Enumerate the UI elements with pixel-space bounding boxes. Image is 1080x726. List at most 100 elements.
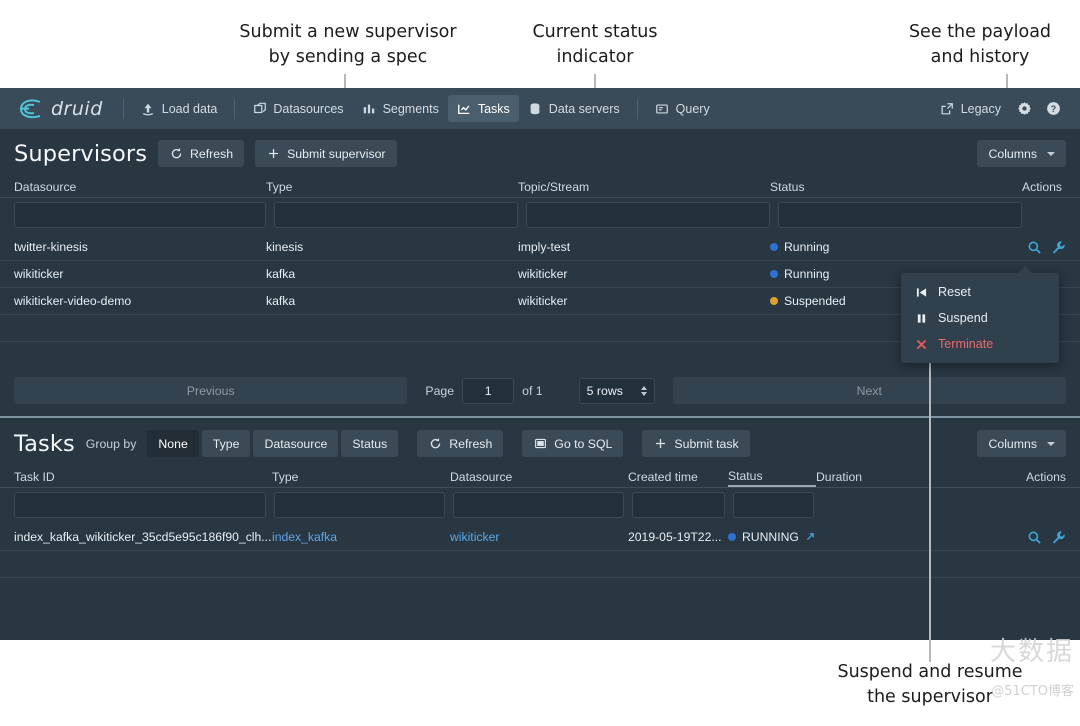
magnifier-icon[interactable] [1027, 240, 1042, 255]
magnifier-icon[interactable] [1027, 530, 1042, 545]
col-header-task-id[interactable]: Task ID [14, 470, 272, 487]
supervisors-pagination: Previous Page 1 of 1 5 rows Next [0, 369, 1080, 412]
supervisors-refresh-button[interactable]: Refresh [158, 140, 245, 167]
group-by-status-button[interactable]: Status [341, 430, 399, 457]
page-number-input[interactable]: 1 [462, 377, 515, 404]
nav-item-datasources[interactable]: Datasources [243, 95, 352, 122]
menu-item-label: Reset [938, 285, 971, 299]
cell-datasource[interactable]: wikiticker [450, 530, 628, 544]
submit-supervisor-button[interactable]: Submit supervisor [255, 140, 397, 167]
stepper-icon [640, 385, 647, 396]
filter-input-datasource[interactable] [14, 202, 266, 228]
table-row[interactable]: twitter-kinesis kinesis imply-test Runni… [0, 234, 1080, 261]
status-badge-dot [770, 243, 778, 251]
cell-type: kafka [266, 294, 296, 308]
cell-topic-stream: wikiticker [518, 294, 568, 308]
filter-input-task-id[interactable] [14, 492, 266, 518]
filter-input-status[interactable] [778, 202, 1022, 228]
col-header-datasource[interactable]: Datasource [450, 470, 628, 487]
group-by-none-button[interactable]: None [147, 430, 199, 457]
previous-page-button[interactable]: Previous [14, 377, 408, 404]
nav-label: Datasources [273, 101, 344, 116]
supervisors-header: Supervisors Refresh Submit supervisor Co… [0, 129, 1080, 176]
skip-back-icon [915, 287, 927, 298]
filter-input-type[interactable] [274, 202, 518, 228]
button-label: Columns [988, 146, 1037, 161]
cell-topic-stream: imply-test [518, 240, 571, 254]
page-label: Page [425, 383, 455, 398]
group-by-datasource-button[interactable]: Datasource [253, 430, 339, 457]
filter-input-created-time[interactable] [632, 492, 725, 518]
annotation-status-indicator: Current status indicator [532, 22, 658, 67]
cell-actions [986, 530, 1066, 545]
filter-input-topic-stream[interactable] [526, 202, 770, 228]
cell-status: RUNNING [728, 530, 816, 544]
brand-name: druid [51, 97, 103, 120]
chevron-down-icon [1047, 441, 1055, 446]
col-header-duration[interactable]: Duration [816, 470, 986, 487]
druid-logo[interactable]: druid [12, 98, 103, 120]
wrench-icon[interactable] [1051, 240, 1066, 255]
wrench-icon[interactable] [1051, 530, 1066, 545]
legacy-label: Legacy [960, 101, 1001, 116]
next-page-button[interactable]: Next [672, 377, 1067, 404]
group-by-button-group: None Type Datasource Status [147, 430, 399, 457]
cell-created-time: 2019-05-19T22... [628, 530, 722, 544]
chevron-down-icon [1047, 151, 1055, 156]
col-header-topic-stream[interactable]: Topic/Stream [518, 180, 770, 197]
svg-text:?: ? [1051, 104, 1056, 114]
nav-item-data-servers[interactable]: Data servers [519, 95, 629, 122]
cell-type[interactable]: index_kafka [272, 530, 450, 544]
filter-input-datasource[interactable] [453, 492, 624, 518]
settings-button[interactable] [1010, 95, 1039, 122]
col-header-actions[interactable]: Actions [986, 470, 1066, 487]
refresh-icon [169, 146, 184, 161]
supervisors-columns-button[interactable]: Columns [977, 140, 1066, 167]
menu-item-reset[interactable]: Reset [901, 279, 1059, 305]
rows-per-page-value: 5 rows [586, 383, 623, 398]
col-header-type[interactable]: Type [266, 180, 518, 197]
menu-item-suspend[interactable]: Suspend [901, 305, 1059, 331]
page-indicator: Page 1 of 1 [407, 377, 560, 404]
nav-item-query[interactable]: Query [646, 95, 719, 122]
menu-item-terminate[interactable]: Terminate [901, 331, 1059, 357]
supervisor-actions-menu: Reset Suspend Terminate [901, 266, 1059, 363]
col-header-type[interactable]: Type [272, 470, 450, 487]
tasks-columns-button[interactable]: Columns [977, 430, 1066, 457]
col-header-actions[interactable]: Actions [1022, 180, 1066, 197]
nav-item-segments[interactable]: Segments [353, 95, 448, 122]
nav-item-legacy[interactable]: Legacy [931, 95, 1010, 122]
filter-input-type[interactable] [274, 492, 445, 518]
nav-item-tasks[interactable]: Tasks [447, 95, 519, 122]
nav-divider [636, 98, 638, 119]
col-header-status[interactable]: Status [770, 180, 1022, 197]
page-total-label: of 1 [522, 383, 543, 398]
nav-label: Segments [382, 101, 439, 116]
table-row-empty [0, 551, 1080, 578]
rows-per-page-select[interactable]: 5 rows [578, 377, 655, 404]
col-header-status[interactable]: Status [728, 469, 816, 487]
go-to-sql-button[interactable]: Go to SQL [522, 430, 624, 457]
open-external-icon[interactable] [806, 530, 815, 544]
annotation-payload-history: See the payload and history [908, 22, 1052, 67]
nav-item-load-data[interactable]: Load data [132, 95, 227, 122]
col-header-datasource[interactable]: Datasource [14, 180, 266, 197]
tasks-filter-row [0, 488, 1080, 524]
help-button[interactable]: ? [1039, 95, 1068, 122]
supervisors-title: Supervisors [14, 140, 148, 167]
table-row-empty [0, 578, 1080, 605]
cell-topic-stream: wikiticker [518, 267, 568, 281]
submit-task-button[interactable]: Submit task [642, 430, 750, 457]
group-by-type-button[interactable]: Type [201, 430, 251, 457]
filter-input-status[interactable] [733, 492, 814, 518]
status-badge-dot [770, 270, 778, 278]
status-badge-dot [770, 297, 778, 305]
top-navigation-bar: druid Load data Datasources Segments Tas… [0, 88, 1080, 129]
tasks-refresh-button[interactable]: Refresh [417, 430, 504, 457]
plus-icon [653, 436, 668, 451]
col-header-created-time[interactable]: Created time [628, 470, 728, 487]
watermark-line-1: 大数据 [989, 637, 1074, 667]
table-row[interactable]: index_kafka_wikiticker_35cd5e95c186f90_c… [0, 524, 1080, 551]
segments-icon [362, 101, 377, 116]
menu-item-label: Suspend [938, 311, 988, 325]
